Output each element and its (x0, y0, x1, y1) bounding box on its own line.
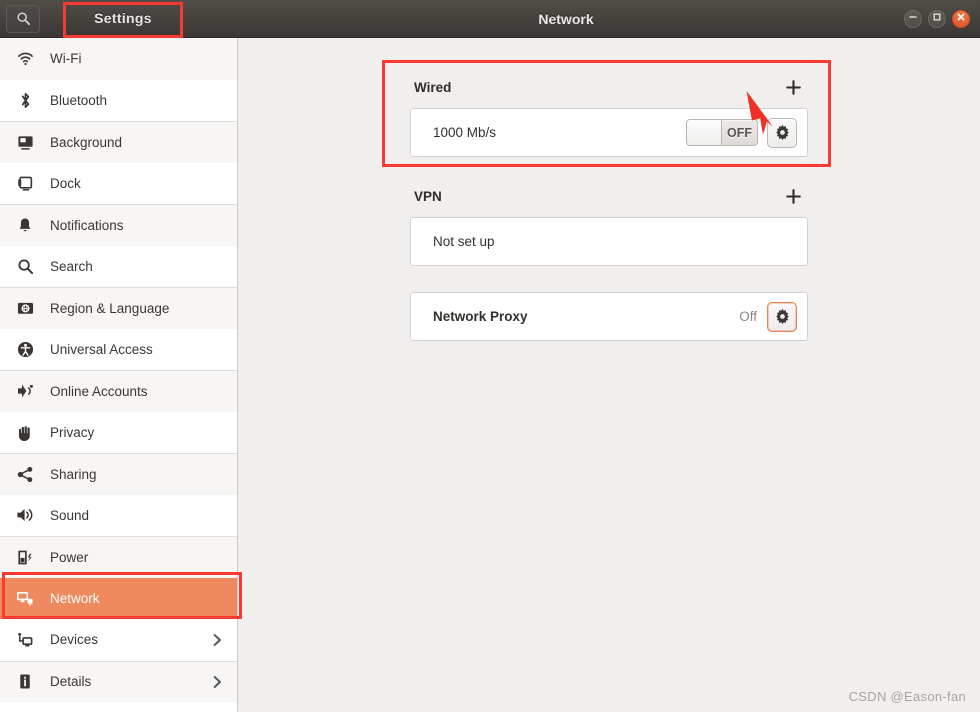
network-proxy-status: Off (739, 309, 757, 324)
sidebar-item-label: Notifications (50, 217, 124, 233)
sidebar-item-online-accounts[interactable]: Online Accounts (0, 370, 237, 412)
sidebar-item-wifi[interactable]: Wi-Fi (0, 38, 237, 80)
hand-icon (14, 424, 36, 441)
minimize-button[interactable] (904, 9, 922, 28)
add-wired-button[interactable] (782, 76, 804, 98)
sidebar-item-search[interactable]: Search (0, 245, 237, 287)
titlebar-left-region: Settings (0, 0, 238, 37)
sidebar-item-background[interactable]: Background (0, 121, 237, 163)
speaker-icon (14, 507, 36, 523)
wired-connection-row[interactable]: 1000 Mb/s OFF (411, 109, 807, 156)
vpn-section-header: VPN (410, 183, 808, 209)
wired-settings-button[interactable] (767, 117, 797, 148)
maximize-button[interactable] (928, 9, 946, 28)
sidebar-item-label: Power (50, 549, 89, 565)
sidebar-item-label: Universal Access (50, 341, 153, 357)
wifi-icon (14, 50, 36, 67)
accessibility-icon (14, 341, 36, 358)
sidebar-item-label: Sound (50, 507, 90, 523)
sidebar-item-label: Devices (50, 632, 99, 648)
sidebar-item-label: Bluetooth (50, 92, 108, 108)
sidebar-item-label: Dock (50, 175, 81, 191)
settings-window: Settings Network Wi-Fi Bluetooth Backgro… (0, 0, 980, 712)
sidebar-item-label: Network (50, 590, 100, 606)
sidebar-item-label: Wi-Fi (50, 51, 82, 67)
sidebar-item-bluetooth[interactable]: Bluetooth (0, 79, 237, 121)
sidebar-item-label: Details (50, 674, 92, 690)
close-icon (955, 10, 967, 28)
network-proxy-settings-button[interactable] (767, 301, 797, 332)
battery-icon (14, 549, 36, 566)
sidebar-item-label: Sharing (50, 466, 97, 482)
sidebar-item-label: Privacy (50, 424, 95, 440)
network-proxy-label: Network Proxy (433, 309, 528, 324)
info-icon (14, 673, 36, 690)
sidebar-item-network[interactable]: Network (0, 577, 237, 619)
watermark: CSDN @Eason-fan (848, 689, 966, 704)
sidebar-item-label: Search (50, 258, 93, 274)
maximize-icon (931, 10, 943, 28)
window-controls (904, 0, 980, 37)
devices-icon (14, 631, 36, 648)
plus-icon (785, 188, 801, 204)
window-body: Wi-Fi Bluetooth Background Dock Notifica… (0, 38, 980, 712)
settings-title: Settings (94, 10, 152, 26)
sidebar-item-region-language[interactable]: Region & Language (0, 287, 237, 329)
gear-icon (775, 124, 789, 141)
add-vpn-button[interactable] (782, 185, 804, 207)
sidebar-item-devices[interactable]: Devices (0, 619, 237, 661)
toggle-knob (687, 120, 722, 145)
network-proxy-card: Network Proxy Off (410, 292, 808, 341)
online-accounts-icon (14, 383, 36, 399)
network-proxy-row[interactable]: Network Proxy Off (411, 293, 807, 340)
sidebar-item-sound[interactable]: Sound (0, 494, 237, 536)
gear-icon (775, 308, 789, 325)
background-icon (14, 134, 36, 151)
network-panel: Wired 1000 Mb/s OFF VPN Not set up Netwo… (410, 38, 808, 341)
settings-sidebar: Wi-Fi Bluetooth Background Dock Notifica… (0, 38, 238, 712)
share-icon (14, 466, 36, 483)
chevron-right-icon (212, 675, 223, 689)
chevron-right-icon (212, 633, 223, 647)
sidebar-item-label: Background (50, 134, 123, 150)
sidebar-item-power[interactable]: Power (0, 536, 237, 578)
search-icon (14, 258, 36, 275)
vpn-card: Not set up (410, 217, 808, 266)
sidebar-item-sharing[interactable]: Sharing (0, 453, 237, 495)
network-settings-content: Wired 1000 Mb/s OFF VPN Not set up Netwo… (238, 38, 980, 712)
close-button[interactable] (952, 9, 970, 28)
search-button[interactable] (6, 4, 40, 33)
page-title: Network (538, 10, 594, 27)
sidebar-item-universal-access[interactable]: Universal Access (0, 328, 237, 370)
toggle-state-label: OFF (727, 125, 752, 140)
sidebar-item-privacy[interactable]: Privacy (0, 411, 237, 453)
bluetooth-icon (14, 92, 36, 109)
bell-icon (14, 217, 36, 234)
sidebar-item-label: Region & Language (50, 300, 170, 316)
network-icon (14, 590, 36, 607)
dock-icon (14, 175, 36, 192)
vpn-status-row[interactable]: Not set up (411, 218, 807, 265)
wired-toggle[interactable]: OFF (686, 119, 758, 146)
region-language-icon (14, 301, 36, 316)
window-titlebar: Settings Network (0, 0, 980, 38)
sidebar-item-label: Online Accounts (50, 383, 148, 399)
sidebar-item-notifications[interactable]: Notifications (0, 204, 237, 246)
sidebar-item-details[interactable]: Details (0, 660, 237, 702)
wired-speed-label: 1000 Mb/s (433, 125, 497, 140)
plus-icon (785, 79, 801, 95)
vpn-title: VPN (414, 188, 442, 204)
sidebar-item-dock[interactable]: Dock (0, 162, 237, 204)
minimize-icon (907, 10, 919, 28)
wired-section-header: Wired (410, 74, 808, 100)
search-icon (16, 11, 31, 26)
wired-title: Wired (414, 79, 452, 95)
titlebar-center-region: Network (238, 0, 904, 37)
vpn-status-label: Not set up (433, 234, 495, 249)
wired-card: 1000 Mb/s OFF (410, 108, 808, 157)
